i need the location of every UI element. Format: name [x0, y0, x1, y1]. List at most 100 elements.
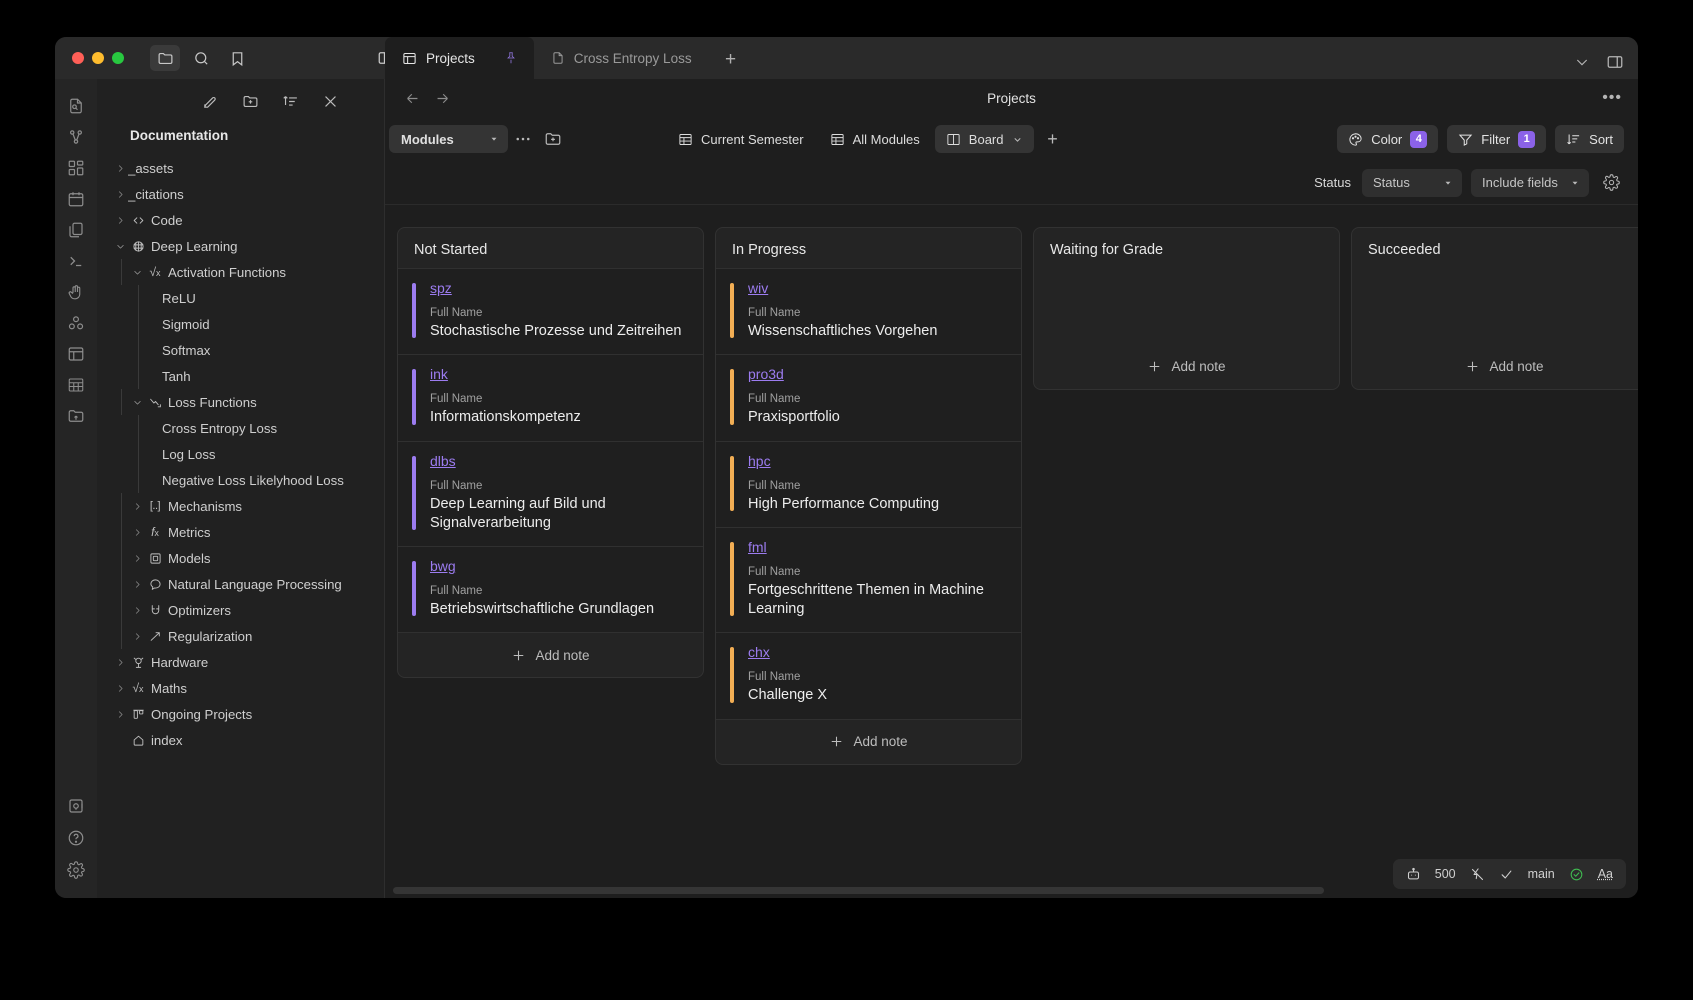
calendar-icon[interactable]: [61, 184, 91, 214]
sync-ok-icon[interactable]: [1569, 867, 1584, 882]
hand-pointer-icon[interactable]: [61, 277, 91, 307]
tree-item-mechanisms[interactable]: [..]Mechanisms: [97, 493, 384, 519]
color-button[interactable]: Color 4: [1337, 125, 1438, 153]
board-card[interactable]: fmlFull NameFortgeschrittene Themen in M…: [716, 527, 1021, 633]
tree-item-maths[interactable]: √xMaths: [97, 675, 384, 701]
molecule-icon[interactable]: [61, 308, 91, 338]
add-note-button[interactable]: Add note: [716, 719, 1021, 764]
tree-item-tanh[interactable]: Tanh: [97, 363, 384, 389]
board-card[interactable]: wivFull NameWissenschaftliches Vorgehen: [716, 268, 1021, 354]
new-folder-icon[interactable]: [239, 89, 263, 113]
tree-item-metrics[interactable]: fxMetrics: [97, 519, 384, 545]
tree-item-code[interactable]: Code: [97, 207, 384, 233]
sort-icon[interactable]: [279, 89, 303, 113]
board-card[interactable]: dlbsFull NameDeep Learning auf Bild und …: [398, 441, 703, 547]
new-note-icon[interactable]: [199, 89, 223, 113]
file-search-icon[interactable]: [61, 91, 91, 121]
chevron-down-icon[interactable]: [113, 241, 128, 252]
chevron-right-icon[interactable]: [130, 501, 145, 512]
back-arrow-icon[interactable]: [404, 90, 421, 107]
view-tab-all-modules[interactable]: All Modules: [819, 125, 931, 153]
chevron-right-icon[interactable]: [113, 657, 128, 668]
layout-panel-icon[interactable]: [61, 339, 91, 369]
close-window-button[interactable]: [72, 52, 84, 64]
include-fields-select[interactable]: Include fields: [1471, 169, 1589, 197]
filter-button[interactable]: Filter 1: [1447, 125, 1546, 153]
tree-item-assets[interactable]: _assets: [97, 155, 384, 181]
tree-item-loss-functions[interactable]: Loss Functions: [97, 389, 384, 415]
tree-item-natural-language-processing[interactable]: Natural Language Processing: [97, 571, 384, 597]
tree-item-negative-loss-likelyhood-loss[interactable]: Negative Loss Likelyhood Loss: [97, 467, 384, 493]
search-icon[interactable]: [186, 45, 216, 71]
files-icon[interactable]: [150, 45, 180, 71]
pin-icon[interactable]: [504, 51, 518, 65]
more-options-button[interactable]: •••: [1602, 89, 1622, 107]
board-card[interactable]: inkFull NameInformationskompetenz: [398, 354, 703, 440]
card-title-link[interactable]: bwg: [430, 558, 456, 574]
chevron-right-icon[interactable]: [113, 163, 128, 174]
chevron-right-icon[interactable]: [130, 605, 145, 616]
tab-projects[interactable]: Projects: [385, 37, 534, 79]
tree-item-activation-functions[interactable]: √xActivation Functions: [97, 259, 384, 285]
group-by-select[interactable]: Status: [1362, 169, 1462, 197]
tree-item-optimizers[interactable]: Optimizers: [97, 597, 384, 623]
chevron-right-icon[interactable]: [113, 709, 128, 720]
card-title-link[interactable]: ink: [430, 366, 448, 382]
table-icon[interactable]: [61, 370, 91, 400]
add-note-button[interactable]: Add note: [1352, 344, 1638, 389]
help-icon[interactable]: [61, 823, 91, 853]
scrollbar-thumb[interactable]: [393, 887, 1324, 894]
view-tab-current-semester[interactable]: Current Semester: [667, 125, 815, 153]
collapse-all-icon[interactable]: [319, 89, 343, 113]
folder-up-icon[interactable]: [61, 401, 91, 431]
add-note-button[interactable]: Add note: [1034, 344, 1339, 389]
tree-item-log-loss[interactable]: Log Loss: [97, 441, 384, 467]
chevron-right-icon[interactable]: [113, 215, 128, 226]
source-select[interactable]: Modules: [389, 125, 508, 153]
forward-arrow-icon[interactable]: [434, 90, 451, 107]
chevron-right-icon[interactable]: [130, 527, 145, 538]
card-title-link[interactable]: chx: [748, 644, 770, 660]
bookmark-icon[interactable]: [222, 45, 252, 71]
copy-files-icon[interactable]: [61, 215, 91, 245]
sort-button[interactable]: Sort: [1555, 125, 1624, 153]
new-tab-button[interactable]: +: [716, 46, 746, 74]
word-count[interactable]: 500: [1435, 867, 1456, 881]
chevron-down-icon[interactable]: [130, 397, 145, 408]
tree-item-citations[interactable]: _citations: [97, 181, 384, 207]
chevron-down-icon[interactable]: [1574, 54, 1590, 70]
settings-gear-icon[interactable]: [61, 855, 91, 885]
chevron-down-icon[interactable]: [130, 267, 145, 278]
chevron-right-icon[interactable]: [113, 683, 128, 694]
check-icon[interactable]: [1499, 867, 1514, 882]
tree-item-hardware[interactable]: Hardware: [97, 649, 384, 675]
add-note-button[interactable]: Add note: [398, 632, 703, 677]
minimize-window-button[interactable]: [92, 52, 104, 64]
tab-cross-entropy-loss[interactable]: Cross Entropy Loss: [534, 37, 708, 79]
graph-view-icon[interactable]: [61, 122, 91, 152]
toggle-right-sidebar-icon[interactable]: [1606, 53, 1624, 71]
board-card[interactable]: pro3dFull NamePraxisportfolio: [716, 354, 1021, 440]
tree-item-cross-entropy-loss[interactable]: Cross Entropy Loss: [97, 415, 384, 441]
card-title-link[interactable]: dlbs: [430, 453, 456, 469]
add-view-button[interactable]: +: [1038, 125, 1068, 153]
chevron-right-icon[interactable]: [113, 189, 128, 200]
view-tab-board[interactable]: Board: [935, 125, 1034, 153]
card-title-link[interactable]: hpc: [748, 453, 771, 469]
board-card[interactable]: spzFull NameStochastische Prozesse und Z…: [398, 268, 703, 354]
git-branch-name[interactable]: main: [1528, 867, 1555, 881]
robot-icon[interactable]: [1406, 867, 1421, 882]
chevron-right-icon[interactable]: [130, 553, 145, 564]
chevron-right-icon[interactable]: [130, 631, 145, 642]
board-settings-gear-icon[interactable]: [1598, 170, 1624, 196]
tree-item-softmax[interactable]: Softmax: [97, 337, 384, 363]
font-size-indicator[interactable]: Aa: [1598, 867, 1613, 881]
tree-item-models[interactable]: Models: [97, 545, 384, 571]
board-card[interactable]: chxFull NameChallenge X: [716, 632, 1021, 718]
card-title-link[interactable]: fml: [748, 539, 767, 555]
tree-item-index[interactable]: index: [97, 727, 384, 753]
board-card[interactable]: hpcFull NameHigh Performance Computing: [716, 441, 1021, 527]
maximize-window-button[interactable]: [112, 52, 124, 64]
dashboard-icon[interactable]: [61, 153, 91, 183]
tree-item-regularization[interactable]: Regularization: [97, 623, 384, 649]
